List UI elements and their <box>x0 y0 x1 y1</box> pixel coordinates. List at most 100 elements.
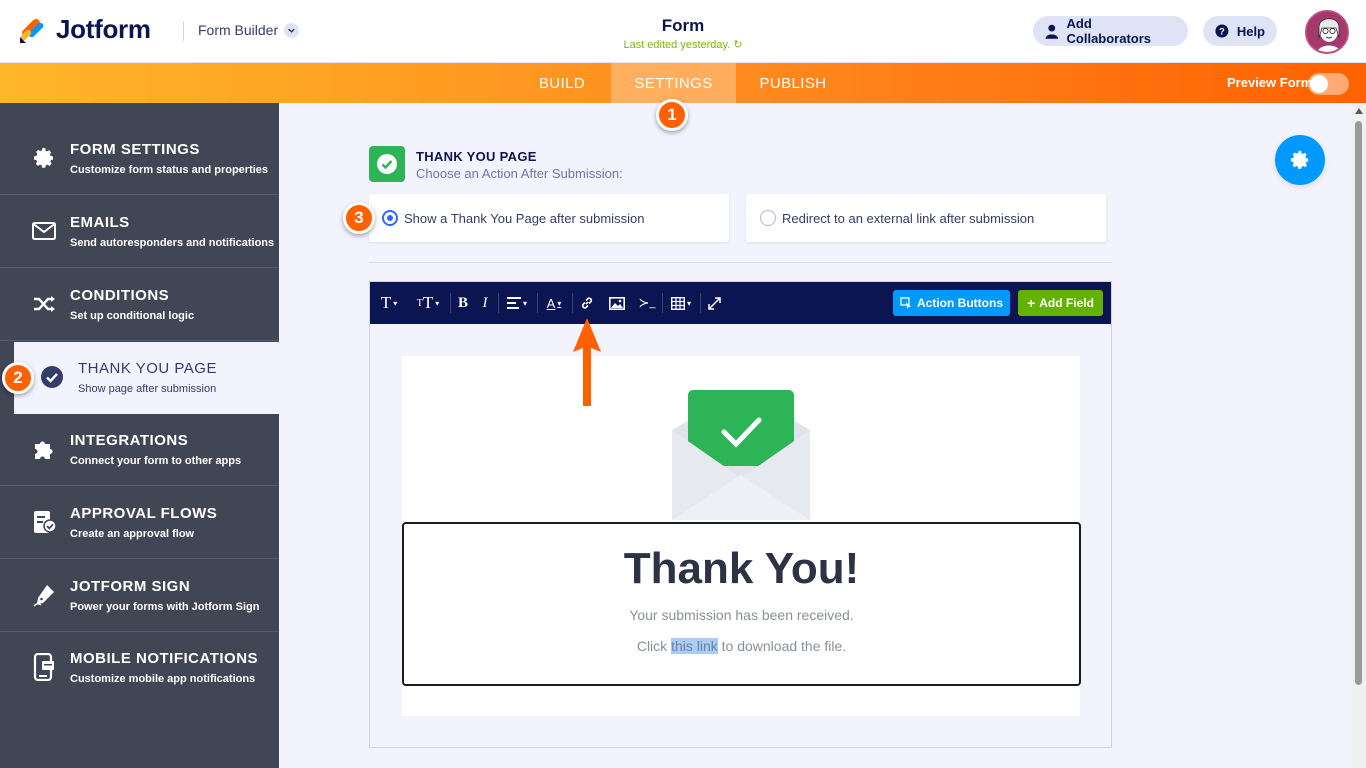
option-label: Redirect to an external link after submi… <box>782 210 1035 226</box>
text-color-icon[interactable]: A ▾ <box>543 293 565 313</box>
sidebar-item-title: FORM SETTINGS <box>70 141 200 158</box>
click-suffix: to download the file. <box>717 638 847 654</box>
check-circle-icon <box>39 364 65 390</box>
page-settings-button[interactable] <box>1275 135 1325 185</box>
align-icon[interactable]: ▾ <box>504 293 530 313</box>
add-field-button[interactable]: + Add Field <box>1018 290 1103 316</box>
tab-settings[interactable]: SETTINGS <box>611 63 736 103</box>
tab-publish[interactable]: PUBLISH <box>744 63 842 103</box>
last-edited-text: Last edited yesterday. <box>623 39 731 51</box>
radio-selected[interactable] <box>382 210 398 226</box>
mobile-icon <box>31 653 57 681</box>
user-icon <box>1045 24 1059 39</box>
top-header: Jotform Form Builder Form Last edited ye… <box>0 0 1366 63</box>
sidebar-item-title: THANK YOU PAGE <box>78 360 217 377</box>
refresh-icon: ↻ <box>733 39 743 51</box>
image-icon[interactable] <box>608 293 626 313</box>
sidebar-item-thank-you-page[interactable]: THANK YOU PAGE Show page after submissio… <box>14 342 279 414</box>
toggle-knob <box>1310 75 1328 93</box>
thank-you-text-box[interactable]: Thank You! Your submission has been rece… <box>402 522 1081 686</box>
page-scrollbar[interactable] <box>1352 103 1366 768</box>
sidebar-item-conditions[interactable]: CONDITIONS Set up conditional logic <box>0 269 279 341</box>
toolbar-divider <box>498 293 499 313</box>
help-icon: ? <box>1215 24 1229 38</box>
sidebar-item-subtitle: Power your forms with Jotform Sign <box>70 601 260 613</box>
sidebar-item-subtitle: Customize mobile app notifications <box>70 673 256 685</box>
toolbar-divider <box>662 293 663 313</box>
approval-icon <box>31 509 57 535</box>
thank-you-editor: T ▾ T T ▾ B I ▾ A ▾ ≻ _ ▾ Action Buttons… <box>369 281 1112 748</box>
step-badge-1: 1 <box>656 99 688 131</box>
preview-form-label: Preview Form <box>1227 75 1313 90</box>
toolbar-divider <box>572 293 573 313</box>
puzzle-icon <box>31 436 57 462</box>
action-buttons-label: Action Buttons <box>917 296 1003 310</box>
rich-text-toolbar: T ▾ T T ▾ B I ▾ A ▾ ≻ _ ▾ Action Buttons… <box>370 282 1111 324</box>
submission-received-text: Your submission has been received. <box>629 607 854 623</box>
arrow-up-icon <box>571 316 603 408</box>
font-family-icon[interactable]: T ▾ <box>377 293 401 313</box>
thank-you-heading: Thank You! <box>623 544 860 593</box>
sidebar-item-approval-flows[interactable]: APPROVAL FLOWS Create an approval flow <box>0 487 279 559</box>
scrollbar-thumb[interactable] <box>1355 121 1362 685</box>
option-show-thank-you-page[interactable]: Show a Thank You Page after submission <box>369 194 729 242</box>
option-label: Show a Thank You Page after submission <box>404 210 645 226</box>
toolbar-divider <box>700 293 701 313</box>
section-divider <box>369 262 1112 263</box>
sidebar-item-subtitle: Show page after submission <box>78 383 217 395</box>
sidebar-item-form-settings[interactable]: FORM SETTINGS Customize form status and … <box>0 123 279 195</box>
bold-icon[interactable]: B <box>456 293 470 313</box>
sidebar-item-title: EMAILS <box>70 214 130 231</box>
fullscreen-icon[interactable] <box>706 293 722 313</box>
add-field-label: Add Field <box>1039 296 1094 310</box>
tab-build[interactable]: BUILD <box>520 63 604 103</box>
sidebar-item-subtitle: Send autoresponders and notifications <box>70 237 275 249</box>
sidebar-item-title: MOBILE NOTIFICATIONS <box>70 650 259 667</box>
download-link-text: Click this link to download the file. <box>404 638 1079 654</box>
sidebar-item-title: JOTFORM SIGN <box>70 578 191 595</box>
envelope-check-illustration <box>672 390 810 520</box>
settings-sidebar: FORM SETTINGS Customize form status and … <box>0 103 279 768</box>
preview-form-toggle[interactable] <box>1308 73 1349 95</box>
sidebar-item-mobile-notifications[interactable]: MOBILE NOTIFICATIONS Customize mobile ap… <box>0 632 279 704</box>
thank-you-check-icon <box>369 146 405 182</box>
action-buttons-button[interactable]: Action Buttons <box>893 290 1010 316</box>
plus-icon: + <box>1027 295 1036 311</box>
sidebar-item-title: APPROVAL FLOWS <box>70 505 218 522</box>
step-badge-2: 2 <box>2 362 34 394</box>
section-title: THANK YOU PAGE <box>416 149 537 164</box>
click-prefix: Click <box>636 638 672 654</box>
envelope-icon <box>31 218 57 244</box>
sidebar-item-emails[interactable]: EMAILS Send autoresponders and notificat… <box>0 196 279 268</box>
pen-icon <box>31 582 57 608</box>
user-avatar[interactable] <box>1305 10 1349 54</box>
sidebar-item-subtitle: Connect your form to other apps <box>70 455 242 467</box>
sidebar-item-integrations[interactable]: INTEGRATIONS Connect your form to other … <box>0 414 279 486</box>
sidebar-item-subtitle: Customize form status and properties <box>70 164 269 176</box>
help-label: Help <box>1236 23 1265 39</box>
option-redirect-external-link[interactable]: Redirect to an external link after submi… <box>746 194 1106 242</box>
toolbar-divider <box>450 293 451 313</box>
font-size-icon[interactable]: T T ▾ <box>413 293 443 313</box>
code-icon[interactable]: ≻ _ <box>638 293 656 313</box>
cursor-icon <box>900 297 911 309</box>
gear-icon <box>1290 150 1309 169</box>
gear-icon <box>31 145 57 171</box>
add-collaborators-label: Add Collaborators <box>1066 16 1152 46</box>
radio-unselected[interactable] <box>760 210 776 226</box>
app-root: Jotform Form Builder Form Last edited ye… <box>0 0 1366 768</box>
selected-link-text[interactable]: this link <box>671 638 718 654</box>
help-button[interactable]: ? Help <box>1203 16 1277 46</box>
sidebar-item-title: INTEGRATIONS <box>70 432 189 449</box>
step-badge-3: 3 <box>343 202 375 234</box>
thank-you-canvas: Thank You! Your submission has been rece… <box>402 356 1081 716</box>
scroll-up-arrow[interactable] <box>1355 108 1363 114</box>
table-icon[interactable]: ▾ <box>668 293 694 313</box>
link-icon[interactable] <box>578 293 596 313</box>
italic-icon[interactable]: I <box>478 293 492 313</box>
section-subtitle: Choose an Action After Submission: <box>416 166 623 181</box>
sidebar-item-subtitle: Create an approval flow <box>70 528 195 540</box>
add-collaborators-button[interactable]: Add Collaborators <box>1033 16 1188 46</box>
sidebar-item-jotform-sign[interactable]: JOTFORM SIGN Power your forms with Jotfo… <box>0 560 279 632</box>
main-nav-bar: BUILD SETTINGS PUBLISH Preview Form <box>0 63 1366 103</box>
